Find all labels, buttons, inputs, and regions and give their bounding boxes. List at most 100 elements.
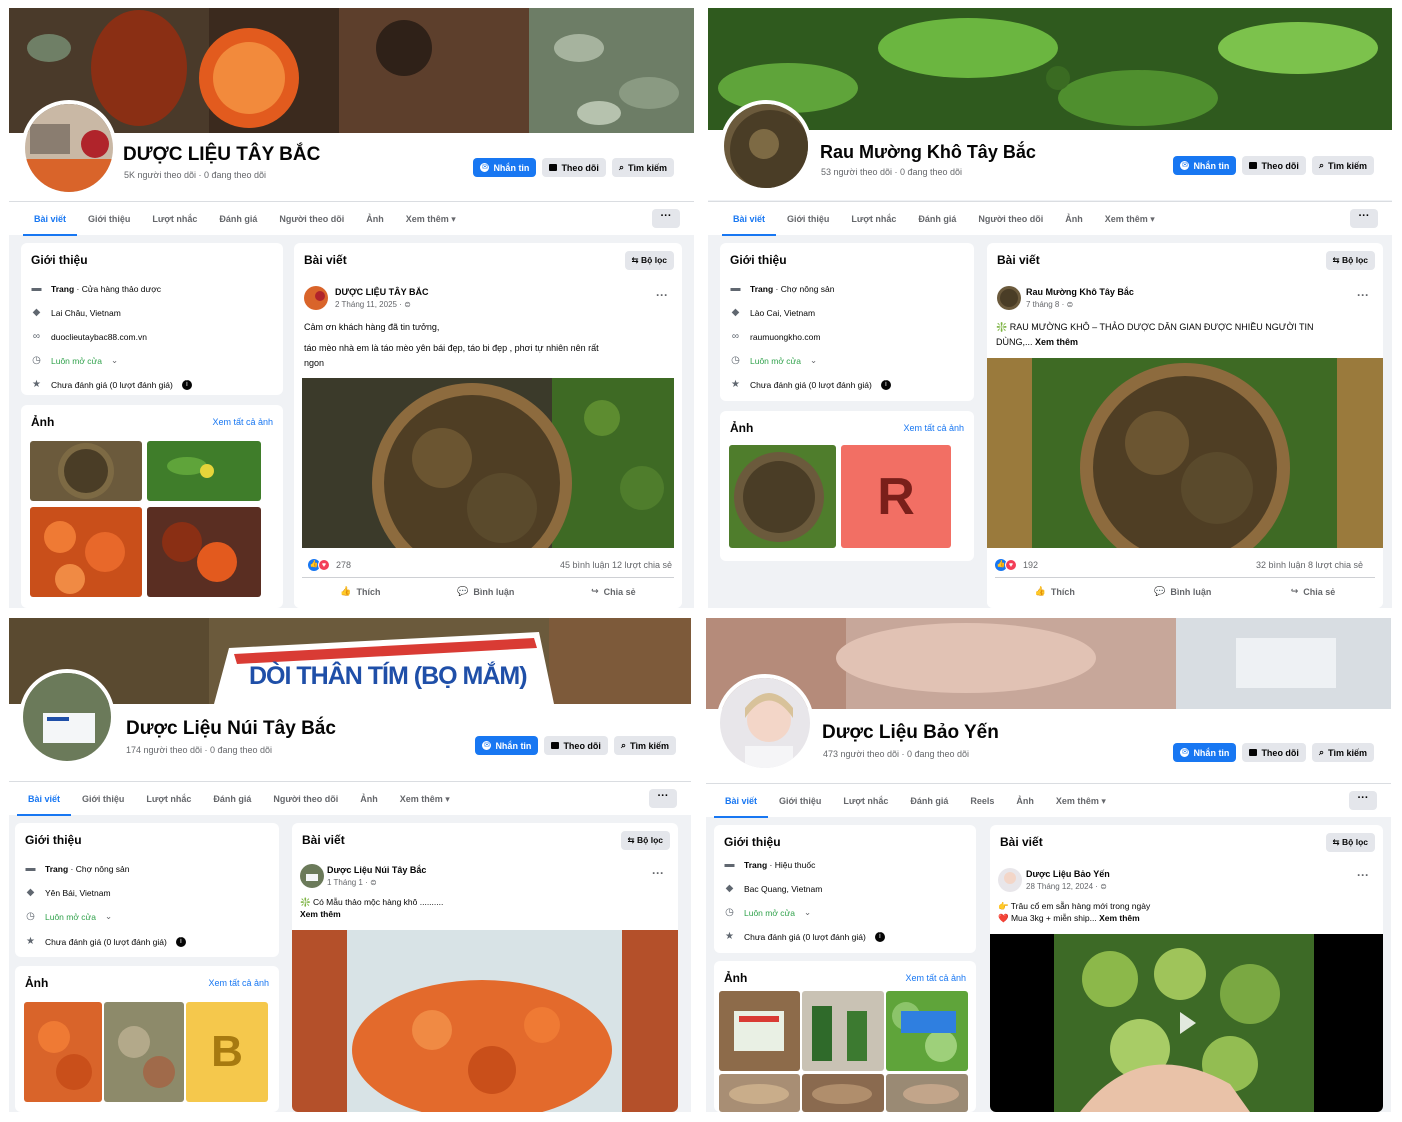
page-avatar[interactable] [716, 674, 814, 772]
photo-thumbnail[interactable] [30, 507, 142, 597]
comment-button[interactable]: 💬 Bình luận [457, 586, 514, 597]
post-timestamp[interactable]: 7 tháng 8 · ⊜ [1026, 300, 1073, 309]
search-button[interactable]: ⌕ Tìm kiếm [1311, 743, 1374, 762]
tab-followers[interactable]: Người theo dõi [268, 202, 355, 236]
share-button[interactable]: ↪ Chia sẻ [1291, 586, 1336, 597]
post-image[interactable] [987, 358, 1383, 548]
post-author-avatar[interactable] [998, 868, 1022, 892]
like-button[interactable]: 👍 Thích [1035, 586, 1075, 597]
follow-button[interactable]: Theo dõi [1242, 156, 1306, 175]
post-menu-button[interactable]: ··· [652, 866, 664, 880]
intro-hours[interactable]: ◷ Luôn mở cửa ⌄ [730, 355, 817, 366]
tab-about[interactable]: Giới thiệu [71, 782, 135, 816]
comment-share-counts[interactable]: 45 bình luận 12 lượt chia sẻ [560, 560, 672, 570]
intro-hours[interactable]: ◷ Luôn mở cửa ⌄ [724, 907, 811, 918]
search-button[interactable]: ⌕ Tìm kiếm [611, 158, 674, 177]
photo-thumbnail[interactable] [30, 441, 142, 501]
post-author-name[interactable]: Dược Liệu Bảo Yến [1026, 869, 1110, 879]
reactions-summary[interactable]: 👍 ♥ 192 [995, 559, 1038, 571]
photo-thumbnail[interactable] [147, 507, 261, 597]
post-timestamp[interactable]: 28 Tháng 12, 2024 · ⊜ [1026, 882, 1107, 891]
website-text[interactable]: duoclieutaybac88.com.vn [51, 332, 147, 342]
photo-thumbnail[interactable] [147, 441, 261, 501]
post-image[interactable] [302, 378, 674, 548]
photo-thumbnail[interactable] [886, 991, 968, 1071]
filter-button[interactable]: ⇆ Bộ lọc [620, 831, 670, 850]
play-icon[interactable] [1180, 1012, 1196, 1034]
tab-about[interactable]: Giới thiệu [776, 202, 840, 236]
message-button[interactable]: ✉ Nhắn tin [1173, 156, 1237, 175]
tab-reels[interactable]: Reels [959, 784, 1005, 818]
photo-letter-tile[interactable]: R [841, 445, 951, 548]
photo-thumbnail[interactable] [719, 1074, 800, 1112]
post-author-name[interactable]: Dược Liệu Núi Tây Bắc [327, 865, 426, 875]
post-timestamp[interactable]: 1 Tháng 1 · ⊜ [327, 878, 377, 887]
message-button[interactable]: ✉ Nhắn tin [475, 736, 539, 755]
post-menu-button[interactable]: ··· [656, 288, 668, 302]
intro-hours[interactable]: ◷ Luôn mở cửa ⌄ [25, 911, 112, 922]
tab-reviews[interactable]: Đánh giá [899, 784, 959, 818]
more-options-button[interactable]: ··· [1349, 791, 1377, 810]
see-all-photos-link[interactable]: Xem tất cả ảnh [905, 973, 966, 983]
page-avatar[interactable] [19, 669, 115, 765]
tab-photos[interactable]: Ảnh [349, 782, 389, 816]
tab-mentions[interactable]: Lượt nhắc [135, 782, 202, 816]
intro-website[interactable]: ∞ duoclieutaybac88.com.vn [31, 331, 147, 342]
tab-about[interactable]: Giới thiệu [768, 784, 832, 818]
more-options-button[interactable]: ··· [652, 209, 680, 228]
see-more-link[interactable]: Xem thêm [1099, 913, 1140, 923]
post-author-avatar[interactable] [300, 864, 324, 888]
tab-followers[interactable]: Người theo dõi [967, 202, 1054, 236]
photo-thumbnail[interactable] [719, 991, 800, 1071]
post-menu-button[interactable]: ··· [1357, 288, 1369, 302]
photo-letter-tile[interactable]: B [186, 1002, 268, 1102]
more-options-button[interactable]: ··· [649, 789, 677, 808]
post-author-name[interactable]: Rau Mường Khô Tây Bắc [1026, 287, 1134, 297]
page-avatar[interactable] [720, 100, 812, 192]
tab-more[interactable]: Xem thêm ▾ [1045, 784, 1117, 818]
comment-share-counts[interactable]: 32 bình luận 8 lượt chia sẻ [1256, 560, 1363, 570]
photo-thumbnail[interactable] [104, 1002, 184, 1102]
filter-button[interactable]: ⇆ Bộ lọc [624, 251, 674, 270]
photo-thumbnail[interactable] [802, 1074, 884, 1112]
message-button[interactable]: ✉ Nhắn tin [473, 158, 537, 177]
tab-about[interactable]: Giới thiệu [77, 202, 141, 236]
photo-thumbnail[interactable] [729, 445, 836, 548]
tab-posts[interactable]: Bài viết [714, 784, 769, 818]
tab-posts[interactable]: Bài viết [23, 202, 78, 236]
see-all-photos-link[interactable]: Xem tất cả ảnh [208, 978, 269, 988]
follow-button[interactable]: Theo dõi [544, 736, 608, 755]
filter-button[interactable]: ⇆ Bộ lọc [1325, 251, 1375, 270]
tab-mentions[interactable]: Lượt nhắc [141, 202, 208, 236]
tab-photos[interactable]: Ảnh [1054, 202, 1094, 236]
see-more-link[interactable]: Xem thêm [1035, 337, 1078, 347]
page-avatar[interactable] [21, 100, 117, 196]
post-video[interactable] [990, 934, 1383, 1112]
tab-more[interactable]: Xem thêm ▾ [395, 202, 467, 236]
tab-reviews[interactable]: Đánh giá [907, 202, 967, 236]
intro-website[interactable]: ∞ raumuongkho.com [730, 331, 820, 342]
post-menu-button[interactable]: ··· [1357, 868, 1369, 882]
search-button[interactable]: ⌕ Tìm kiếm [1311, 156, 1374, 175]
search-button[interactable]: ⌕ Tìm kiếm [613, 736, 676, 755]
more-options-button[interactable]: ··· [1350, 209, 1378, 228]
message-button[interactable]: ✉ Nhắn tin [1173, 743, 1237, 762]
post-timestamp[interactable]: 2 Tháng 11, 2025 · ⊜ [335, 300, 411, 309]
photo-thumbnail[interactable] [24, 1002, 102, 1102]
tab-reviews[interactable]: Đánh giá [208, 202, 268, 236]
reactions-summary[interactable]: 👍 ♥ 278 [308, 559, 351, 571]
tab-more[interactable]: Xem thêm ▾ [1094, 202, 1166, 236]
share-button[interactable]: ↪ Chia sẻ [591, 586, 636, 597]
see-more-link[interactable]: Xem thêm [300, 909, 341, 919]
tab-photos[interactable]: Ảnh [1005, 784, 1045, 818]
photo-thumbnail[interactable] [802, 991, 884, 1071]
like-button[interactable]: 👍 Thích [340, 586, 380, 597]
tab-mentions[interactable]: Lượt nhắc [832, 784, 899, 818]
website-text[interactable]: raumuongkho.com [750, 332, 820, 342]
see-all-photos-link[interactable]: Xem tất cả ảnh [903, 423, 964, 433]
tab-photos[interactable]: Ảnh [355, 202, 395, 236]
see-all-photos-link[interactable]: Xem tất cả ảnh [212, 417, 273, 427]
post-image[interactable] [292, 930, 678, 1112]
tab-posts[interactable]: Bài viết [17, 782, 72, 816]
tab-followers[interactable]: Người theo dõi [262, 782, 349, 816]
